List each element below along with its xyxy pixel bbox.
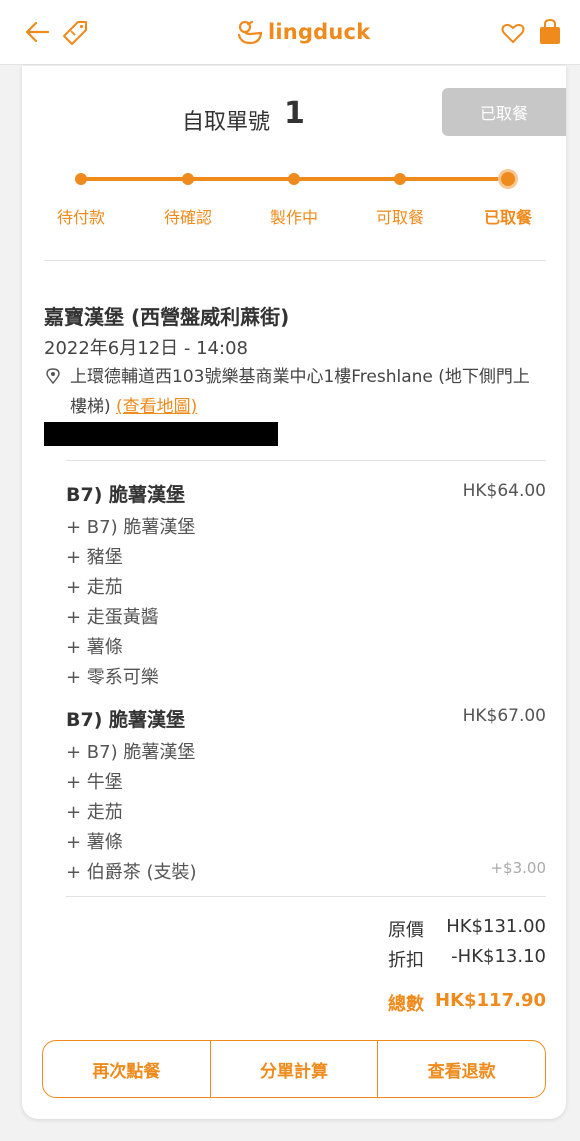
discount-label: 折扣 (388, 950, 424, 971)
progress-segment (295, 177, 395, 181)
progress-dot (394, 173, 406, 185)
shop-name: 嘉寶漢堡 (西營盤威利蔴街) (44, 305, 290, 329)
total-label: 總數 (388, 994, 424, 1015)
item-option: + B7) 脆薯漢堡 (66, 742, 196, 763)
brand-logo[interactable]: lingduck (236, 16, 370, 48)
progress-dot (75, 173, 87, 185)
top-nav-bar: lingduck (0, 0, 580, 65)
location-pin-icon (46, 368, 60, 384)
split-bill-button[interactable]: 分單計算 (209, 1041, 378, 1097)
item-price: HK$67.00 (462, 706, 546, 726)
reorder-button[interactable]: 再次點餐 (43, 1041, 210, 1097)
coupon-tag-icon[interactable] (60, 16, 90, 46)
item-name: B7) 脆薯漢堡 (66, 484, 186, 506)
item-option: + B7) 脆薯漢堡 (66, 517, 196, 538)
discount-value: -HK$13.10 (451, 946, 546, 967)
pickup-number-label: 自取單號 (182, 110, 271, 135)
back-arrow-icon[interactable] (24, 18, 52, 46)
redacted-block (44, 422, 278, 446)
progress-segment (81, 177, 183, 181)
view-refund-button[interactable]: 查看退款 (377, 1041, 545, 1097)
item-option: + 走茄 (66, 577, 123, 598)
progress-segment (189, 177, 289, 181)
item-price: HK$64.00 (462, 481, 546, 501)
progress-step-label: 可取餐 (375, 208, 424, 227)
item-option: + 薯條 (66, 637, 123, 658)
order-action-bar: 再次點餐 分單計算 查看退款 (42, 1040, 546, 1098)
item-option: + 零系可樂 (66, 667, 159, 688)
progress-segment (401, 177, 501, 181)
progress-step-label: 待確認 (163, 208, 212, 227)
brand-name: lingduck (268, 20, 371, 44)
progress-step-label: 待付款 (56, 208, 105, 227)
heart-icon[interactable] (500, 20, 526, 46)
progress-dot (288, 173, 300, 185)
order-detail-card: 自取單號 1 已取餐 待付款 待確認 製作中 可取餐 已取餐 嘉寶漢堡 (西營盤… (22, 66, 566, 1119)
item-option: + 豬堡 (66, 547, 123, 568)
duck-logo-icon (237, 20, 263, 45)
item-option: + 走茄 (66, 802, 123, 823)
order-progress-tracker: 待付款 待確認 製作中 可取餐 已取餐 (22, 166, 566, 236)
item-option: + 伯爵茶 (支裝) (66, 862, 197, 883)
view-map-link[interactable]: (查看地圖) (116, 397, 197, 417)
shopping-bag-icon[interactable] (538, 18, 562, 46)
original-price-value: HK$131.00 (446, 916, 546, 937)
item-option: + 薯條 (66, 832, 123, 853)
order-datetime: 2022年6月12日 - 14:08 (44, 338, 248, 359)
shop-address: 上環德輔道西103號樂基商業中心1樓Freshlane (地下側門上樓梯) (查… (70, 362, 546, 422)
progress-dot-current (501, 172, 515, 186)
original-price-label: 原價 (388, 920, 424, 941)
item-option: + 走蛋黃醬 (66, 607, 159, 628)
progress-dot (182, 173, 194, 185)
divider (66, 896, 546, 897)
pickup-number: 1 (284, 96, 305, 131)
item-option: + 牛堡 (66, 772, 123, 793)
total-value: HK$117.90 (435, 990, 546, 1011)
item-name: B7) 脆薯漢堡 (66, 709, 186, 731)
divider (44, 260, 546, 261)
divider (66, 460, 546, 461)
progress-step-label-current: 已取餐 (483, 208, 532, 227)
option-surcharge: +$3.00 (490, 859, 546, 877)
status-badge: 已取餐 (442, 88, 566, 136)
progress-step-label: 製作中 (269, 208, 318, 227)
